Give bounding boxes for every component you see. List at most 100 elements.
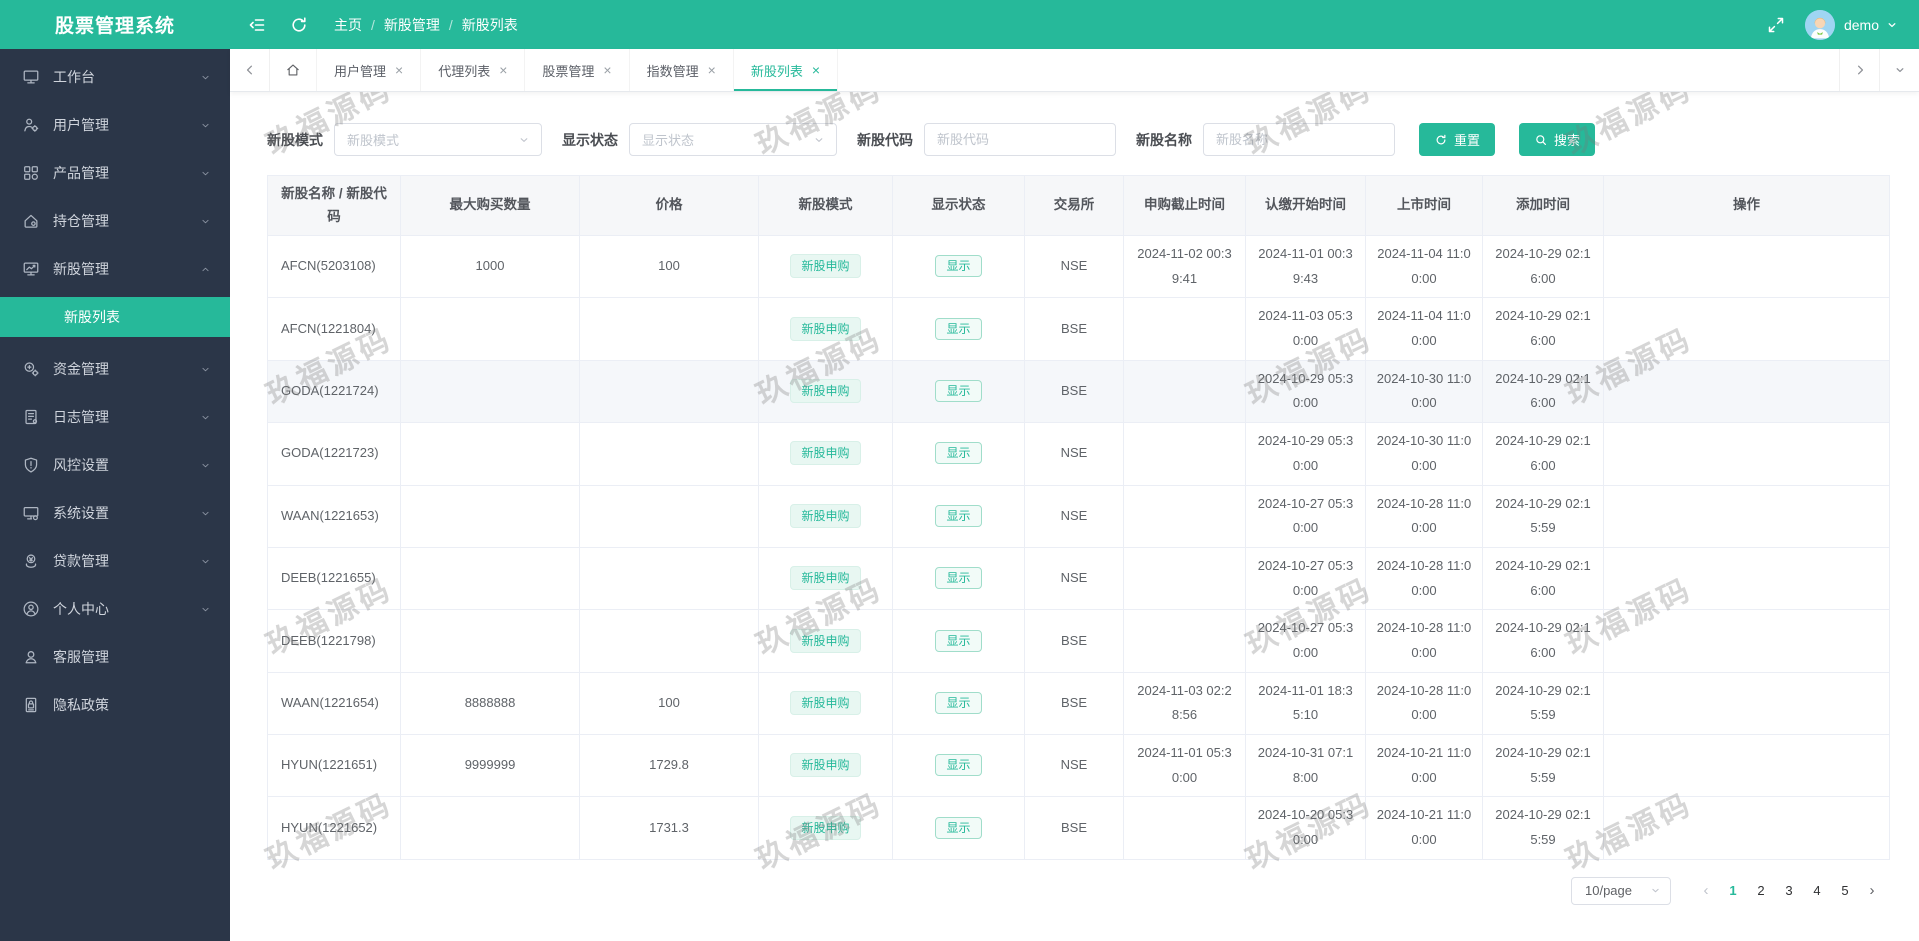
chevron-down-icon xyxy=(199,459,212,472)
action-cell xyxy=(1603,796,1890,860)
code-input[interactable] xyxy=(924,123,1116,156)
purchase-deadline-cell xyxy=(1123,297,1246,361)
page-3[interactable]: 3 xyxy=(1776,883,1802,898)
table-row: GODA(1221723) 新股申购 显示 NSE 2024-10-29 05:30:0… xyxy=(267,422,1890,486)
sidebar: 工作台用户管理 产品管理 持仓管理 新股管理 新股列表资金管理日志管理风控设置系统设置贷… xyxy=(0,49,230,941)
chevron-down-icon xyxy=(199,71,212,84)
page-1[interactable]: 1 xyxy=(1720,883,1746,898)
sidebar-collapse-icon[interactable] xyxy=(246,14,268,36)
sidebar-item-risk-settings[interactable]: 风控设置 xyxy=(0,441,230,489)
page-5[interactable]: 5 xyxy=(1832,883,1858,898)
tabs-menu-chevron-icon[interactable] xyxy=(1879,49,1919,91)
listing-time-cell: 2024-10-21 11:00:00 xyxy=(1365,796,1483,860)
tabs-strip: 用户管理 × 代理列表 × 股票管理 × 指数管理 × 新股列表 × xyxy=(270,49,839,91)
tab-label: 指数管理 xyxy=(646,63,699,79)
purchase-deadline-cell xyxy=(1123,484,1246,548)
chevron-down-icon xyxy=(199,167,212,180)
prev-page-icon[interactable]: ‹ xyxy=(1693,882,1719,899)
tab-close-icon[interactable]: × xyxy=(603,63,611,77)
sidebar-item-label: 日志管理 xyxy=(53,409,109,425)
stock-name-cell: GODA(1221724) xyxy=(267,359,401,424)
avatar[interactable] xyxy=(1804,9,1835,40)
search-button[interactable]: 搜索 xyxy=(1519,123,1596,156)
sidebar-item-log-management[interactable]: 日志管理 xyxy=(0,393,230,441)
breadcrumb-item[interactable]: 新股管理 xyxy=(384,15,440,35)
sidebar-item-product-management[interactable]: 产品管理 xyxy=(0,149,230,197)
table-header-row: 新股名称 / 新股代码 最大购买数量 价格 新股模式 显示状态 交易所 申购截止时间 认缴开始… xyxy=(267,175,1890,236)
price-cell: 100 xyxy=(579,671,759,736)
column-header: 价格 xyxy=(579,175,759,236)
sidebar-item-loan-management[interactable]: 贷款管理 xyxy=(0,537,230,585)
sidebar-item-customer-service[interactable]: 客服管理 xyxy=(0,633,230,681)
mode-tag: 新股申购 xyxy=(790,628,861,653)
tabs-scroll-right-icon[interactable] xyxy=(1839,49,1879,91)
sidebar-item-label: 工作台 xyxy=(53,69,95,85)
price-cell xyxy=(579,609,759,673)
sidebar-item-privacy-policy[interactable]: 隐私政策 xyxy=(0,681,230,729)
table-row: HYUN(1221651) 9999999 1729.8 新股申购 显示 NSE 2024-… xyxy=(267,733,1890,798)
user-menu-chevron-icon[interactable] xyxy=(1885,18,1899,32)
username[interactable]: demo xyxy=(1844,17,1879,33)
page-2[interactable]: 2 xyxy=(1748,883,1774,898)
sidebar-item-system-settings[interactable]: 系统设置 xyxy=(0,489,230,537)
money-gear-icon xyxy=(22,360,40,378)
sidebar-item-workbench[interactable]: 工作台 xyxy=(0,53,230,101)
tab-close-icon[interactable]: × xyxy=(499,63,507,77)
sidebar-item-user-management[interactable]: 用户管理 xyxy=(0,101,230,149)
listing-time-cell: 2024-10-28 11:00:00 xyxy=(1365,609,1483,673)
column-header: 上市时间 xyxy=(1365,175,1483,236)
tab-close-icon[interactable]: × xyxy=(395,63,403,77)
sidebar-subitem-ipo-list[interactable]: 新股列表 xyxy=(0,297,230,337)
mode-cell: 新股申购 xyxy=(758,671,893,736)
status-cell: 显示 xyxy=(892,671,1025,736)
home-icon xyxy=(285,62,301,78)
column-header: 操作 xyxy=(1603,175,1890,236)
main-area: 用户管理 × 代理列表 × 股票管理 × 指数管理 × 新股列表 × 玖福源码 玖福源码 玖福源码 玖福… xyxy=(230,49,1919,941)
status-cell: 显示 xyxy=(892,297,1025,361)
tab-stock-management[interactable]: 股票管理 × xyxy=(525,49,630,91)
stock-name-cell: DEEB(1221655) xyxy=(267,546,401,611)
page-4[interactable]: 4 xyxy=(1804,883,1830,898)
tab-agent-list[interactable]: 代理列表 × xyxy=(421,49,526,91)
breadcrumb-item[interactable]: 主页 xyxy=(334,15,362,35)
shield-alert-icon xyxy=(22,456,40,474)
mode-cell: 新股申购 xyxy=(758,422,893,486)
reset-button[interactable]: 重置 xyxy=(1419,123,1496,156)
sidebar-item-label: 风控设置 xyxy=(53,457,109,473)
tab-close-icon[interactable]: × xyxy=(708,63,716,77)
page-size-select[interactable]: 10/page xyxy=(1571,876,1671,905)
added-time-cell: 2024-10-29 02:15:59 xyxy=(1482,733,1604,798)
tab-index-management[interactable]: 指数管理 × xyxy=(630,49,734,91)
chevron-down-icon xyxy=(199,119,212,132)
tab-home[interactable] xyxy=(270,49,317,91)
action-cell xyxy=(1603,733,1890,798)
sidebar-item-ipo-management[interactable]: 新股管理 xyxy=(0,245,230,293)
status-select[interactable]: 显示状态 xyxy=(629,123,837,156)
mode-select[interactable]: 新股模式 xyxy=(334,123,542,156)
status-cell: 显示 xyxy=(892,546,1025,611)
action-cell xyxy=(1603,671,1890,736)
max-qty-cell xyxy=(400,546,580,611)
sidebar-item-funds-management[interactable]: 资金管理 xyxy=(0,345,230,393)
listing-time-cell: 2024-11-04 11:00:00 xyxy=(1365,297,1483,361)
mode-select-placeholder: 新股模式 xyxy=(347,133,400,148)
next-page-icon[interactable]: › xyxy=(1859,882,1885,899)
sidebar-item-label: 个人中心 xyxy=(53,601,109,617)
fullscreen-icon[interactable] xyxy=(1765,14,1787,36)
exchange-cell: BSE xyxy=(1024,359,1124,424)
filter-label-name: 新股名称 xyxy=(1136,131,1192,148)
column-header: 申购截止时间 xyxy=(1123,175,1246,236)
status-cell: 显示 xyxy=(892,234,1025,299)
tab-user-management[interactable]: 用户管理 × xyxy=(317,49,422,91)
sidebar-item-position-management[interactable]: 持仓管理 xyxy=(0,197,230,245)
tab-close-icon[interactable]: × xyxy=(812,63,820,77)
name-input[interactable] xyxy=(1203,123,1395,156)
refresh-icon[interactable] xyxy=(288,14,310,36)
tab-ipo-list[interactable]: 新股列表 × xyxy=(734,49,839,91)
sidebar-item-personal-center[interactable]: 个人中心 xyxy=(0,585,230,633)
tabs-scroll-left-icon[interactable] xyxy=(230,49,270,91)
breadcrumb-separator: / xyxy=(448,16,453,33)
sidebar-item-label: 资金管理 xyxy=(53,361,109,377)
page-size-value: 10/page xyxy=(1585,883,1632,899)
chevron-down-icon xyxy=(812,133,826,147)
